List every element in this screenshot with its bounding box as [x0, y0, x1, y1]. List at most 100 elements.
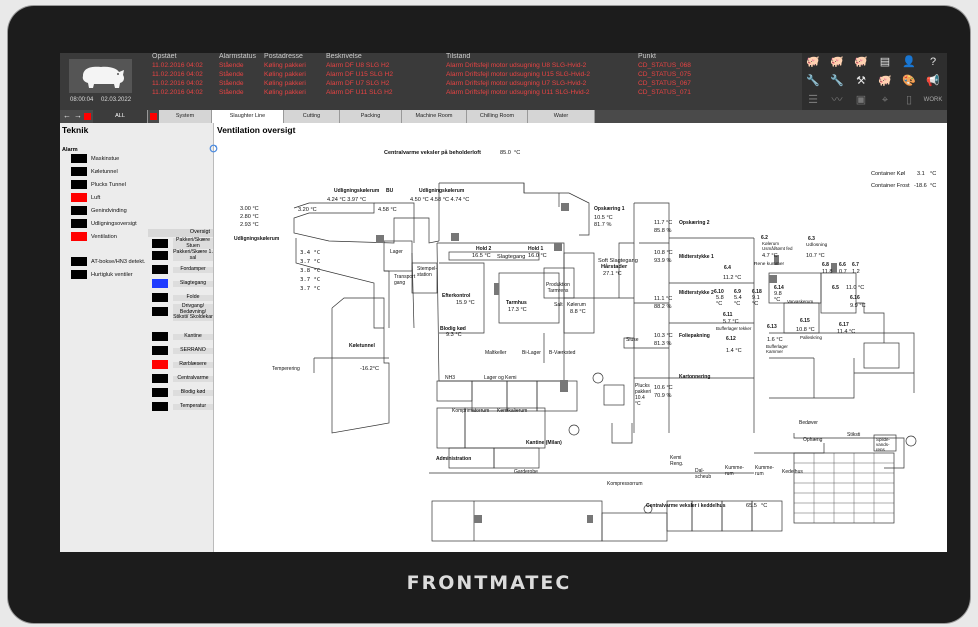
room-label: Palleskring	[800, 335, 823, 340]
tab-system[interactable]: System	[159, 110, 212, 123]
overview-item[interactable]: Slagtegang	[173, 280, 213, 287]
alarm-list[interactable]: Opstået 11.02.2016 04:02 11.02.2016 04:0…	[152, 53, 802, 110]
room-label: Køletunnel	[349, 343, 375, 349]
central-top-label: Centralvarme veksler på beholderloft	[384, 150, 481, 156]
sidebar-item-hurtigluk[interactable]: Hurtigluk ventiler	[91, 272, 133, 278]
temp-value: 10.4 °C	[635, 395, 645, 407]
sidebar-item-koletunnel[interactable]: Køletunnel	[91, 169, 118, 175]
tab-packing[interactable]: Packing	[340, 110, 402, 123]
tab-all[interactable]: ALL	[93, 110, 148, 123]
alarm-col-tilstand: Tilstand Alarm Driftsfejl motor udsugnin…	[446, 53, 590, 97]
alarm-cell: Køling pakkeri	[264, 62, 306, 69]
status-indicator	[71, 206, 87, 215]
printer-icon[interactable]: ▣	[850, 93, 872, 107]
overview-item[interactable]: Kantine	[173, 333, 213, 340]
wrench-pig-icon[interactable]: 🔧	[826, 74, 848, 88]
toolbar-icons: 🐖 🐖 🐖 ▤ 👤 ? 🔧 🔧 ⚒ 🐖 🎨 📢 ☰ 〰 ▣ ⌖ ▯ WORK	[802, 53, 947, 110]
room-label: 6.5	[832, 285, 839, 291]
alarm-cell: Køling pakkeri	[264, 71, 306, 78]
temp-value: 11.7 °C	[654, 220, 673, 226]
unit-label: °C	[930, 171, 937, 177]
overview-item[interactable]: Pakkeri/Skære Stuen	[173, 237, 213, 249]
sidebar-item-luft[interactable]: Luft	[91, 195, 100, 201]
tab-chilling-room[interactable]: Chilling Room	[467, 110, 528, 123]
help-icon[interactable]: ?	[922, 55, 944, 69]
room-label: Dal- scheub	[695, 468, 712, 480]
wrench-icon[interactable]: 🔧	[802, 74, 824, 88]
sidebar-item-at-bokse[interactable]: AT-bokse/HN3 detekt.	[91, 259, 145, 265]
pig-wrench-icon[interactable]: 🐖	[826, 55, 848, 69]
overview-item[interactable]: Drivgang/ Bedøvning/ Stiksti/ Skoldekar	[173, 303, 213, 321]
room-label: Salt	[554, 302, 563, 308]
palette-icon[interactable]: 🎨	[898, 74, 920, 88]
monitor-bezel: 08:00:04 02.03.2022 Opstået 11.02.2016 0…	[8, 6, 970, 623]
tab-water[interactable]: Water	[528, 110, 595, 123]
overview-item[interactable]: Temperatur	[173, 403, 213, 410]
sidebar-item-udligningsoversigt[interactable]: Udligningsoversigt	[91, 221, 137, 227]
temp-value: -16.2°C	[360, 366, 380, 372]
room-label: Lager og Kemi	[484, 375, 517, 381]
room-label: Produktion Tarmrens	[546, 282, 570, 294]
work-button[interactable]: WORK	[922, 93, 944, 107]
plan-labels: Centralvarme veksler på beholderloft 85.…	[214, 123, 947, 552]
document-icon[interactable]: ▯	[898, 93, 920, 107]
status-indicator	[152, 265, 168, 274]
user-icon[interactable]: 👤	[898, 55, 920, 69]
status-indicator	[71, 232, 87, 241]
temp-value: 9.9 °C	[850, 303, 866, 309]
megaphone-icon[interactable]: 📢	[922, 74, 944, 88]
status-indicator	[71, 219, 87, 228]
teknik-sidebar: Teknik Alarm Maskinstue Køletunnel Pluck…	[60, 123, 214, 552]
humidity-value: 81.7 %	[594, 222, 612, 228]
sliders-icon[interactable]: ☰	[802, 93, 824, 107]
sidebar-item-maskinstue[interactable]: Maskinstue	[91, 156, 119, 162]
overview-item[interactable]: Rørblæsere	[173, 361, 213, 368]
room-label: Kedelhus	[782, 469, 803, 475]
header-bar: 08:00:04 02.03.2022 Opstået 11.02.2016 0…	[60, 53, 947, 110]
temp-value: 2.80 °C	[240, 214, 259, 220]
room-label: Rene kummer	[754, 262, 785, 267]
overview-item[interactable]: Fordamper	[173, 266, 213, 273]
alarm-cell: 11.02.2016 04:02	[152, 62, 203, 69]
overview-item[interactable]: Centralvarme	[173, 375, 213, 382]
sidebar-item-ventilation[interactable]: Ventilation	[91, 234, 117, 240]
alarm-cell: 11.02.2016 04:02	[152, 89, 203, 96]
temp-value: 5.7 °C	[723, 319, 739, 325]
temp-value: 5.8 °C	[716, 295, 724, 307]
alarm-indicator	[84, 113, 91, 120]
pig-icon[interactable]: 🐖	[802, 55, 824, 69]
room-label: Bufferlager Kammer	[766, 344, 788, 354]
location-icon[interactable]: ⌖	[874, 93, 896, 107]
sidebar-item-plucks-tunnel[interactable]: Plucks Tunnel	[91, 182, 126, 188]
tools-icon[interactable]: ⚒	[850, 74, 872, 88]
notepad-icon[interactable]: ▤	[874, 55, 896, 69]
pig-up-icon[interactable]: 🐖	[850, 55, 872, 69]
alarm-cell: Alarm Driftsfejl motor udsugning U7 SLG-…	[446, 80, 587, 87]
temp-value: 9.8 °C	[774, 291, 782, 303]
overview-item[interactable]: Folde	[173, 294, 213, 301]
alarm-cell: CD_STATUS_071	[638, 89, 691, 96]
trend-icon[interactable]: 〰	[826, 93, 848, 107]
sidebar-item-genindvinding[interactable]: Genindvinding	[91, 208, 127, 214]
temp-value: 9.3 °C	[446, 332, 462, 338]
alarm-header: Punkt	[638, 53, 656, 60]
alarm-col-beskrivelse: Beskrivelse Alarm DF U8 SLG H2 Alarm DF …	[326, 53, 393, 97]
tab-slaughter-line[interactable]: Slaughter Line	[212, 110, 284, 123]
temp-value: 4.7 °C	[762, 253, 778, 259]
overview-item[interactable]: Pakkeri/Skære 1. sal	[173, 249, 213, 261]
room-label: Kantine (Milan)	[526, 440, 562, 446]
pig-arrow-icon[interactable]: 🐖	[874, 74, 896, 88]
room-label: 6.11	[723, 312, 733, 318]
forward-arrow-icon[interactable]: →	[74, 111, 82, 120]
overview-item[interactable]: Blodig kød	[173, 389, 213, 396]
tab-cutting[interactable]: Cutting	[284, 110, 340, 123]
temp-value: 3.7 °C	[300, 286, 321, 292]
status-indicator	[152, 388, 168, 397]
temp-value: 1.2	[852, 269, 860, 275]
tab-machine-room[interactable]: Machine Room	[402, 110, 467, 123]
back-arrow-icon[interactable]: ←	[63, 111, 71, 120]
room-label: 6.8	[822, 262, 829, 268]
overview-item[interactable]: SERRANO	[173, 347, 213, 354]
alarm-cell: CD_STATUS_075	[638, 71, 691, 78]
alarm-col-postadresse: Postadresse Køling pakkeri Køling pakker…	[264, 53, 306, 97]
